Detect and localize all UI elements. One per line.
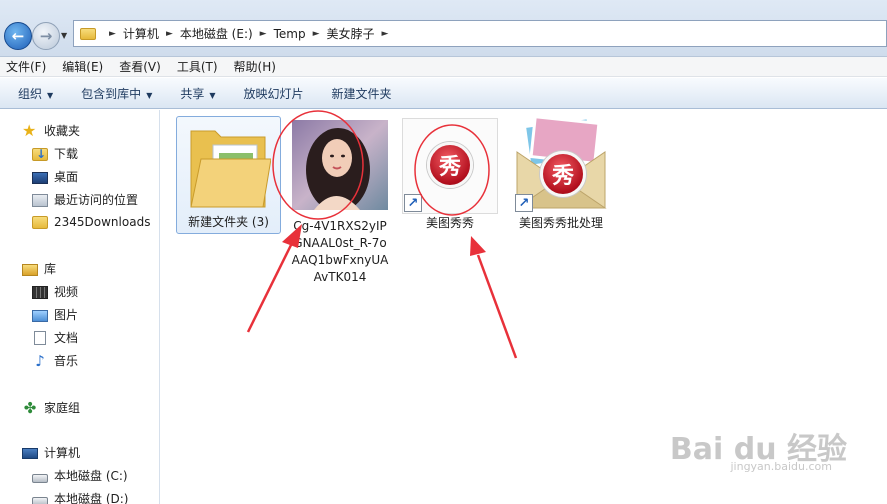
nav-recent-label: 最近访问的位置: [54, 193, 139, 207]
folder-name: 新建文件夹 (3): [188, 215, 269, 229]
command-bar: 组织 ▼ 包含到库中 ▼ 共享 ▼ 放映幻灯片 新建文件夹: [0, 78, 887, 109]
share-label: 共享: [180, 86, 205, 101]
chevron-right-icon[interactable]: ►: [260, 29, 267, 39]
nav-documents[interactable]: 文档: [32, 329, 78, 346]
menu-bar: 文件(F) 编辑(E) 查看(V) 工具(T) 帮助(H): [0, 57, 887, 77]
meitu-batch-icon-glyph: 秀: [551, 164, 574, 189]
computer-icon: [22, 448, 38, 459]
breadcrumb-temp[interactable]: Temp: [274, 27, 306, 41]
nav-libraries[interactable]: 库: [22, 260, 56, 277]
nav-pictures[interactable]: 图片: [32, 306, 78, 323]
nav-favorites[interactable]: ★ 收藏夹: [22, 122, 80, 139]
music-note-icon: ♪: [35, 351, 45, 370]
breadcrumb-current-folder[interactable]: 美女脖子: [327, 25, 375, 42]
folder-icon: [32, 216, 48, 229]
address-area: ← → ▼ ► 计算机 ► 本地磁盘 (E:) ► Temp ► 美女脖子 ►: [0, 0, 887, 57]
menu-edit[interactable]: 编辑(E): [62, 58, 103, 75]
nav-downloads[interactable]: 下载: [32, 145, 78, 162]
nav-homegroup[interactable]: ✤ 家庭组: [22, 399, 80, 416]
nav-videos-label: 视频: [54, 285, 79, 299]
include-in-library-label: 包含到库中: [81, 86, 142, 101]
chevron-right-icon[interactable]: ►: [313, 29, 320, 39]
photo-file-name: Cg-4V1RXS2yIPGNAAL0st_R-7oAAQ1bwFxnyUAAv…: [291, 219, 389, 284]
organize-button[interactable]: 组织 ▼: [18, 85, 53, 102]
nav-drive-d-label: 本地磁盘 (D:): [54, 492, 129, 504]
nav-recent-places[interactable]: 最近访问的位置: [32, 191, 138, 208]
nav-computer-label: 计算机: [44, 446, 81, 460]
meitu-batch-icon: 秀: [540, 151, 586, 197]
nav-drive-d[interactable]: 本地磁盘 (D:): [32, 490, 128, 504]
nav-favorites-label: 收藏夹: [44, 124, 81, 138]
chevron-right-icon[interactable]: ►: [166, 29, 173, 39]
file-item-photo[interactable]: Cg-4V1RXS2yIPGNAAL0st_R-7oAAQ1bwFxnyUAAv…: [288, 116, 392, 286]
nav-drive-c-label: 本地磁盘 (C:): [54, 469, 128, 483]
library-icon: [22, 264, 38, 276]
folder-icon: [190, 130, 271, 208]
share-button[interactable]: 共享 ▼: [180, 85, 215, 102]
drive-icon: [32, 473, 48, 483]
chevron-down-icon: ▼: [146, 90, 153, 100]
recent-pages-dropdown-icon[interactable]: ▼: [61, 31, 67, 40]
chevron-down-icon: ▼: [209, 90, 216, 100]
nav-libraries-label: 库: [44, 262, 57, 276]
breadcrumb-drive-e[interactable]: 本地磁盘 (E:): [180, 25, 253, 42]
video-icon: [32, 286, 48, 299]
include-in-library-button[interactable]: 包含到库中 ▼: [81, 85, 152, 102]
nav-music[interactable]: ♪ 音乐: [32, 352, 78, 369]
nav-2345downloads[interactable]: 2345Downloads: [32, 214, 150, 229]
file-item-folder[interactable]: 新建文件夹 (3): [176, 116, 281, 234]
nav-music-label: 音乐: [54, 354, 79, 368]
menu-help[interactable]: 帮助(H): [234, 58, 276, 75]
chevron-down-icon: ▼: [47, 90, 54, 100]
nav-desktop[interactable]: 桌面: [32, 168, 78, 185]
nav-2345downloads-label: 2345Downloads: [54, 214, 151, 229]
breadcrumb-computer[interactable]: 计算机: [123, 25, 159, 42]
homegroup-icon: ✤: [23, 398, 37, 417]
chevron-right-icon[interactable]: ►: [382, 29, 389, 39]
downloads-folder-icon: [32, 147, 48, 161]
pictures-icon: [32, 309, 48, 322]
nav-computer[interactable]: 计算机: [22, 444, 80, 461]
folder-icon: [80, 27, 96, 40]
nav-drive-c[interactable]: 本地磁盘 (C:): [32, 467, 128, 484]
nav-downloads-label: 下载: [54, 147, 79, 161]
file-item-meitu-shortcut[interactable]: 秀 ↗ 美图秀秀: [402, 118, 498, 240]
meitu-app-icon: 秀: [427, 142, 473, 188]
forward-button[interactable]: →: [32, 22, 60, 50]
nav-videos[interactable]: 视频: [32, 283, 78, 300]
menu-view[interactable]: 查看(V): [119, 58, 161, 75]
address-bar[interactable]: ► 计算机 ► 本地磁盘 (E:) ► Temp ► 美女脖子 ►: [73, 20, 887, 47]
photo-thumbnail: [292, 120, 388, 210]
shortcut-arrow-icon: ↗: [404, 194, 422, 212]
nav-homegroup-label: 家庭组: [44, 401, 81, 415]
drive-icon: [32, 496, 48, 504]
meitu-batch-file-name: 美图秀秀批处理: [518, 216, 603, 230]
organize-label: 组织: [18, 86, 43, 101]
back-button[interactable]: ←: [4, 22, 32, 50]
nav-desktop-label: 桌面: [54, 170, 79, 184]
navigation-pane: ★ 收藏夹 下载 桌面 最近访问的位置 2345Downloads 库 视频 图…: [0, 110, 160, 504]
file-item-meitu-batch-shortcut[interactable]: 秀 ↗ 美图秀秀批处理: [511, 118, 611, 240]
meitu-file-name: 美图秀秀: [425, 216, 474, 230]
shortcut-arrow-icon: ↗: [515, 194, 533, 212]
chevron-right-icon[interactable]: ►: [109, 29, 116, 39]
forward-arrow-icon: →: [39, 27, 53, 45]
new-folder-button[interactable]: 新建文件夹: [332, 85, 392, 102]
nav-pictures-label: 图片: [54, 308, 79, 322]
slideshow-button[interactable]: 放映幻灯片: [244, 85, 304, 102]
menu-file[interactable]: 文件(F): [6, 58, 46, 75]
desktop-icon: [32, 171, 48, 184]
menu-tools[interactable]: 工具(T): [177, 58, 218, 75]
recent-places-icon: [32, 194, 48, 207]
meitu-icon-glyph: 秀: [438, 155, 461, 180]
star-icon: ★: [22, 120, 37, 140]
back-arrow-icon: ←: [11, 27, 25, 45]
nav-documents-label: 文档: [54, 331, 79, 345]
baidu-watermark-url: jingyan.baidu.com: [730, 460, 832, 473]
document-icon: [34, 330, 46, 345]
